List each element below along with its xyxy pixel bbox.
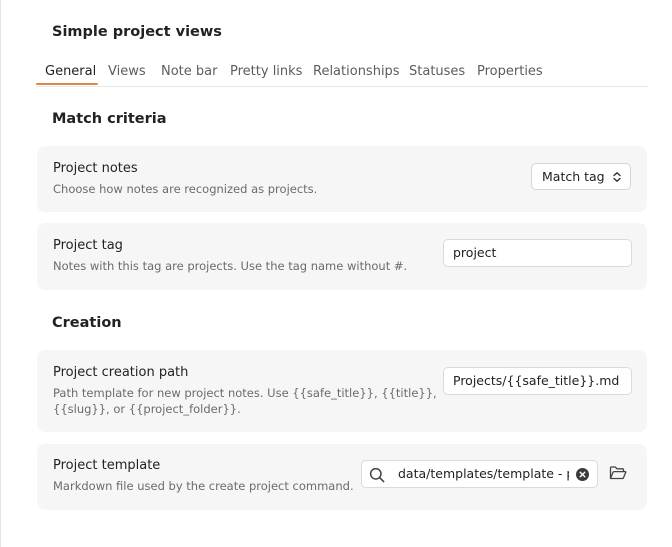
setting-project-template: Project template Markdown file used by t… [37,444,647,510]
setting-description: Markdown file used by the create project… [53,479,354,493]
page-title: Simple project views [52,24,222,40]
setting-project-tag: Project tag Notes with this tag are proj… [37,223,647,290]
tab-pretty-links[interactable]: Pretty links [230,64,302,79]
chevron-up-down-icon [613,172,621,182]
project-template-search[interactable]: data/templates/template - pr [361,460,598,488]
project-tag-input[interactable]: project [443,239,632,267]
setting-description: Notes with this tag are projects. Use th… [53,259,408,273]
project-creation-path-input[interactable]: Projects/{{safe_title}}.md [443,367,632,395]
tab-statuses[interactable]: Statuses [409,64,465,79]
tab-views[interactable]: Views [108,64,146,79]
folder-open-icon [609,466,627,480]
setting-project-notes: Project notes Choose how notes are recog… [37,146,647,212]
select-value: Match tag [542,169,605,184]
tab-general[interactable]: General [45,64,96,79]
setting-name: Project template [53,458,161,473]
project-template-value: data/templates/template - pr [398,466,569,481]
section-heading-creation: Creation [52,315,122,331]
browse-folder-button[interactable] [605,460,631,486]
search-icon [369,467,385,483]
tab-note-bar[interactable]: Note bar [161,64,217,79]
clear-circle-icon[interactable] [576,468,589,481]
setting-description: Choose how notes are recognized as proje… [53,182,318,196]
setting-project-creation-path: Project creation path Path template for … [37,350,647,432]
setting-name: Project creation path [53,365,189,380]
setting-description-line-1: Path template for new project notes. Use… [53,386,437,400]
tab-properties[interactable]: Properties [477,64,543,79]
tab-relationships[interactable]: Relationships [313,64,400,79]
setting-name: Project notes [53,161,138,176]
settings-panel: Simple project views General Views Note … [0,0,672,547]
project-notes-select[interactable]: Match tag [531,163,631,190]
active-tab-indicator [36,83,98,85]
setting-name: Project tag [53,238,123,253]
section-heading-match-criteria: Match criteria [52,111,167,127]
tab-bar: General Views Note bar Pretty links Rela… [36,58,648,87]
setting-description-line-2: {{slug}}, or {{project_folder}}. [53,402,241,416]
